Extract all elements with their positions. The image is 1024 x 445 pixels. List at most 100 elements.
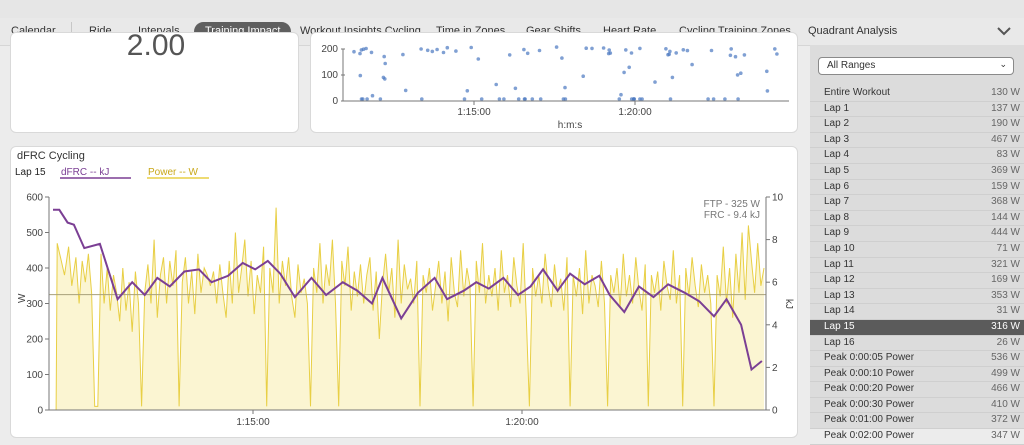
scatter-point [668,49,672,54]
range-row[interactable]: Entire Workout 130 W [810,86,1024,102]
range-value: 83 W [996,149,1020,161]
scatter-point [624,48,628,52]
scatter-point [454,49,458,53]
range-name: Entire Workout [824,87,890,98]
range-select[interactable]: All Ranges ⌄ [818,57,1014,75]
range-row[interactable]: Lap 9 444 W [810,226,1024,242]
tab-quadrant-analysis[interactable]: Quadrant Analysis [797,22,908,41]
scatter-point [674,51,678,55]
scatter-point [619,92,623,97]
range-value: 130 W [991,87,1020,98]
scatter-point [711,97,716,101]
range-row[interactable]: Peak 0:00:05 Power 536 W [810,351,1024,367]
scatter-point [670,75,675,80]
scatter-point [352,49,356,54]
left-tick-label: 400 [26,264,43,275]
scatter-point [537,48,542,53]
scatter-point [739,71,743,75]
scatter-point [383,61,387,66]
left-tick-label: 500 [26,228,43,239]
legend-dfrc[interactable]: dFRC -- kJ [61,167,109,178]
range-value: 26 W [996,336,1020,348]
range-row[interactable]: Peak 0:00:30 Power 410 W [810,398,1024,414]
range-row[interactable]: Peak 0:01:00 Power 372 W [810,413,1024,430]
range-value: 368 W [991,196,1020,208]
range-name: Lap 14 [824,305,855,317]
scatter-point [523,97,527,101]
range-name: Lap 3 [824,133,850,145]
range-row[interactable]: Lap 5 369 W [810,164,1024,180]
range-row[interactable]: Lap 16 26 W [810,336,1024,352]
scatter-point [497,97,502,101]
right-tick-label: 10 [772,193,784,204]
scatter-point [733,54,738,59]
scatter-point [522,47,526,52]
range-list: Entire Workout 130 W Lap 1 137 W Lap 2 190 WL… [810,86,1024,445]
range-name: Peak 0:00:05 Power [824,352,915,364]
range-name: Peak 0:01:00 Power [824,414,915,426]
range-row[interactable]: Lap 1 137 W [810,102,1024,118]
scatter-card: 200 100 0 1:15:00 1:20:00 h:m:s [310,32,798,133]
chart-title: dFRC Cycling [17,150,85,162]
x-tick-label: 1:15:00 [236,417,270,428]
range-row[interactable]: Lap 10 71 W [810,242,1024,258]
range-row[interactable]: Peak 0:02:00 Power 347 W [810,429,1024,445]
range-row[interactable]: Peak 0:00:10 Power 499 W [810,367,1024,383]
range-row[interactable]: Lap 11 321 W [810,258,1024,274]
range-name: Lap 9 [824,227,850,239]
scatter-point [773,47,777,51]
range-row[interactable]: Lap 7 368 W [810,195,1024,211]
chevron-down-icon: ⌄ [999,59,1007,69]
scatter-point [690,62,694,67]
range-value: 190 W [991,118,1020,130]
range-name: Lap 5 [824,164,850,176]
legend-power[interactable]: Power -- W [148,167,199,178]
scatter-point [685,48,690,53]
range-row[interactable]: Lap 15 316 W [810,319,1024,336]
scatter-x-tick: 1:15:00 [457,107,491,118]
scatter-point [378,97,383,101]
scatter-point [369,50,374,55]
range-row[interactable]: Peak 0:00:20 Power 466 W [810,382,1024,398]
scatter-point [723,97,727,101]
range-name: Peak 0:00:20 Power [824,383,915,395]
range-name: Lap 7 [824,196,850,208]
range-row[interactable]: Lap 12 169 W [810,273,1024,289]
scatter-point [382,54,386,59]
scatter-point [736,97,740,101]
scatter-point [476,57,481,61]
scatter-point [742,53,747,57]
dfrc-chart-card: dFRC Cycling Lap 15 dFRC -- kJ Power -- … [10,146,798,438]
scatter-y-tick: 0 [332,96,338,107]
range-value: 353 W [991,289,1020,301]
range-name: Lap 13 [824,289,855,301]
right-tick-label: 8 [772,235,778,246]
range-row[interactable]: Lap 14 31 W [810,304,1024,320]
range-row[interactable]: Lap 13 353 W [810,289,1024,305]
range-name: Lap 10 [824,242,855,254]
scatter-point [668,97,673,101]
range-value: 144 W [991,211,1020,223]
chart-lap-label: Lap 15 [15,167,46,178]
range-row[interactable]: Lap 2 190 W [810,117,1024,133]
right-tick-label: 4 [772,320,778,331]
left-tick-label: 100 [26,370,43,381]
chevron-down-icon[interactable] [995,22,1013,40]
scatter-point [640,97,644,101]
scatter-point [629,51,634,55]
range-row[interactable]: Lap 3 467 W [810,133,1024,149]
range-value: 536 W [991,352,1020,364]
right-tick-label: 6 [772,278,778,289]
range-row[interactable]: Lap 4 83 W [810,148,1024,164]
scatter-point [664,47,668,51]
metric-value: 2.00 [126,29,186,62]
range-row[interactable]: Lap 6 159 W [810,180,1024,196]
range-name: Lap 15 [824,320,855,332]
range-name: Lap 6 [824,180,850,192]
range-row[interactable]: Lap 8 144 W [810,211,1024,227]
right-tick-label: 0 [772,406,778,417]
range-value: 369 W [991,164,1020,176]
scatter-point [590,46,594,51]
range-value: 372 W [991,414,1020,426]
scatter-point [381,75,386,80]
